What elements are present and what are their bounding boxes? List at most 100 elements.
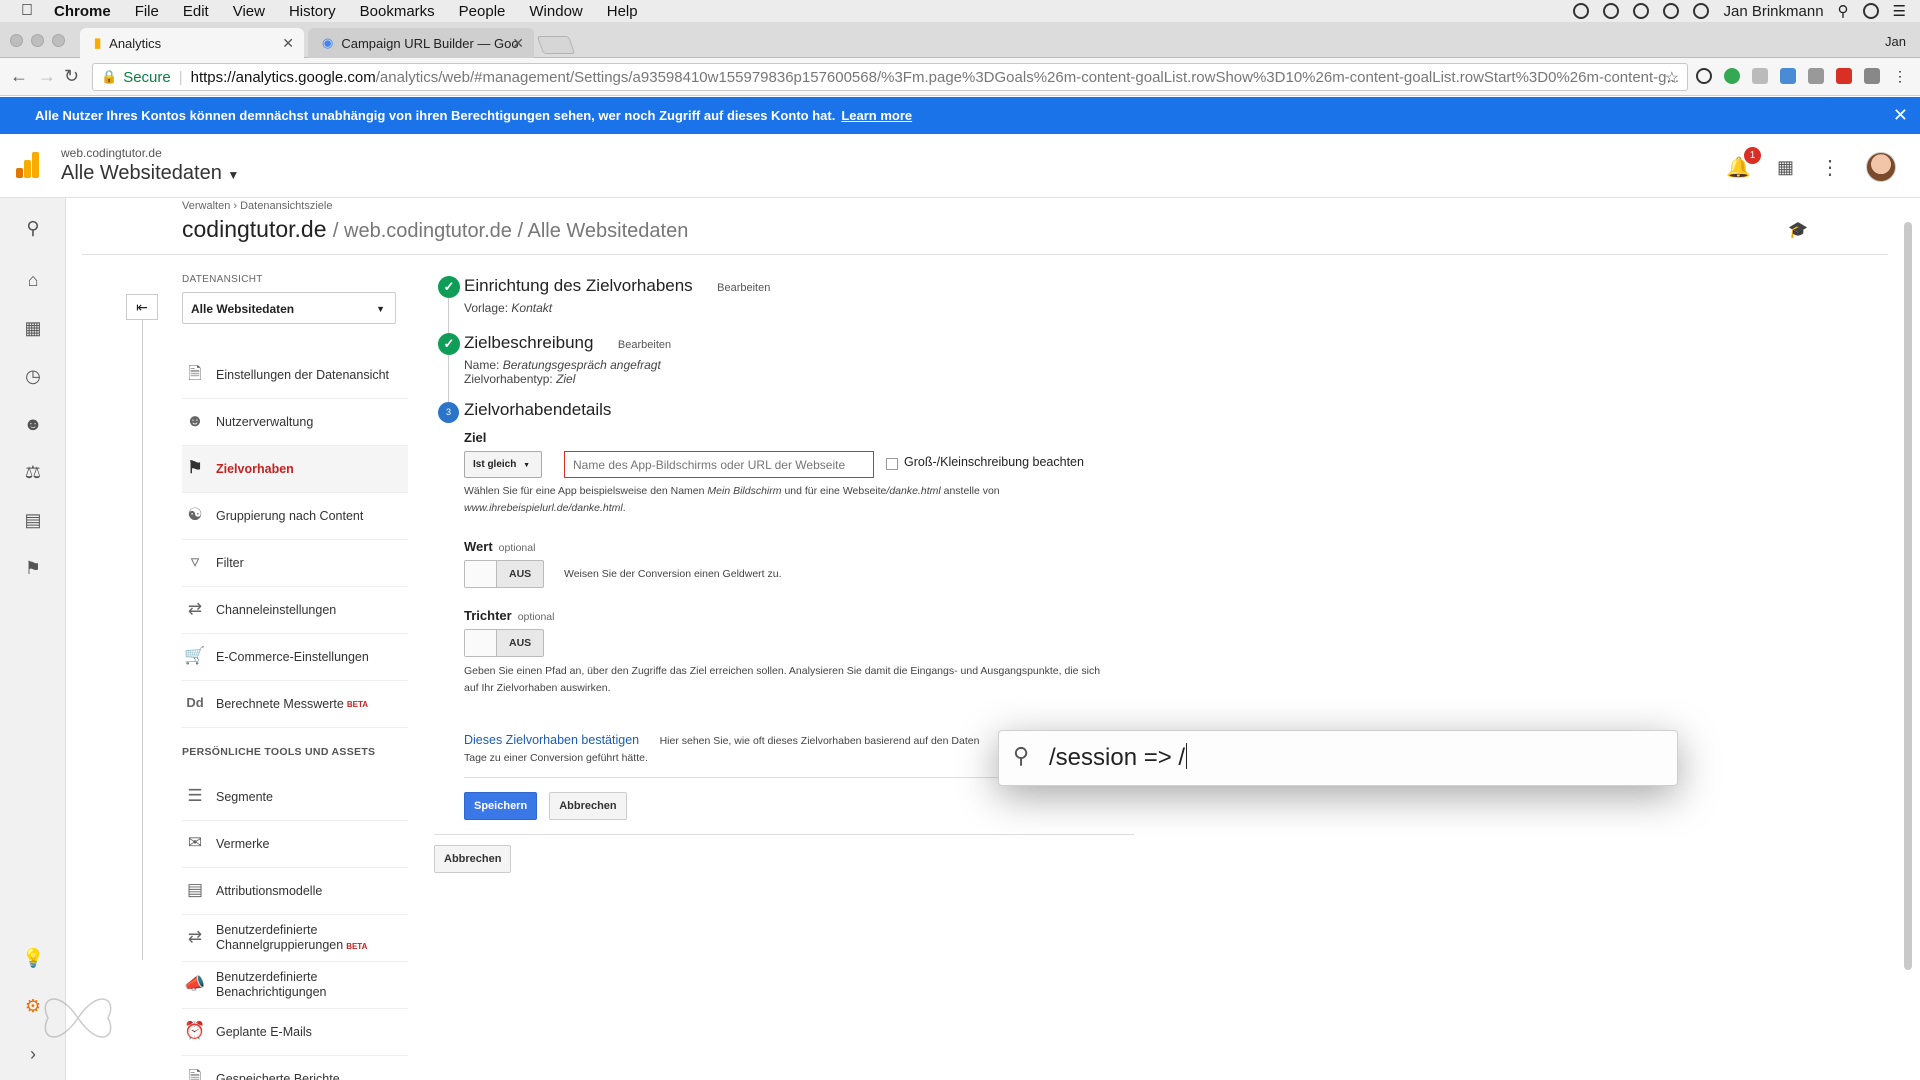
forward-arrow-icon[interactable]: → xyxy=(38,66,56,87)
search-overlay[interactable]: ⚲ /session => / xyxy=(998,730,1678,786)
breadcrumb-admin[interactable]: Verwalten xyxy=(182,200,230,212)
back-button[interactable]: ⇤ xyxy=(126,294,158,320)
extension-icon[interactable] xyxy=(1724,68,1740,84)
status-icon[interactable] xyxy=(1633,3,1650,19)
nav-item-calculated-metrics[interactable]: Dd Berechnete Messwerte BETA xyxy=(182,681,408,728)
cancel-button[interactable]: Abbrechen xyxy=(549,792,627,820)
nav-item-channel-settings[interactable]: ⇄ Channeleinstellungen xyxy=(182,587,408,634)
menu-history[interactable]: History xyxy=(289,3,336,20)
menu-people[interactable]: People xyxy=(459,3,506,20)
breadcrumb-goals[interactable]: Datenansichtsziele xyxy=(240,200,332,212)
reload-icon[interactable]: ↻ xyxy=(64,66,79,87)
search-icon[interactable]: ⚲ xyxy=(22,218,44,239)
help-text: und für eine Webseite xyxy=(784,485,887,497)
time-machine-icon[interactable] xyxy=(1693,3,1710,19)
secure-label: Secure xyxy=(123,68,171,86)
menu-chrome[interactable]: Chrome xyxy=(54,3,111,20)
customization-icon[interactable]: ▦ xyxy=(22,318,44,339)
lightbulb-icon[interactable]: 💡 xyxy=(22,948,44,969)
nav-item-filter[interactable]: ▿ Filter xyxy=(182,540,408,587)
view-selector[interactable]: Alle Websitedaten ▼ xyxy=(61,162,239,185)
siri-icon[interactable] xyxy=(1862,3,1879,19)
nav-item-ecommerce[interactable]: 🛒 E-Commerce-Einstellungen xyxy=(182,634,408,681)
destination-input[interactable] xyxy=(564,451,874,478)
extension-icon[interactable] xyxy=(1836,68,1852,84)
extension-icon[interactable] xyxy=(1808,68,1824,84)
view-select[interactable]: Alle Websitedaten ▼ xyxy=(182,292,396,324)
home-icon[interactable]: ⌂ xyxy=(22,270,44,291)
nav-item-label: Einstellungen der Datenansicht xyxy=(216,367,390,382)
notifications-bell-icon[interactable]: 🔔 1 xyxy=(1726,146,1761,180)
back-arrow-icon[interactable]: ← xyxy=(10,66,28,87)
extension-icon[interactable] xyxy=(1780,68,1796,84)
account-name[interactable]: web.codingtutor.de xyxy=(61,146,162,160)
tab-analytics[interactable]: ▮ Analytics ✕ xyxy=(80,28,304,58)
apps-grid-icon[interactable]: ▦ xyxy=(1777,157,1794,178)
nav-item-segments[interactable]: ☰ Segmente xyxy=(182,774,408,821)
nav-item-custom-alerts[interactable]: 📣 Benutzerdefinierte Benachrichtigungen xyxy=(182,962,408,1009)
bookmark-star-icon[interactable]: ☆ xyxy=(1665,68,1679,88)
analytics-logo-icon[interactable] xyxy=(16,152,40,178)
menu-edit[interactable]: Edit xyxy=(183,3,209,20)
close-window-icon[interactable] xyxy=(10,34,23,47)
match-type-select[interactable]: Ist gleich ▼ xyxy=(464,451,542,478)
menu-window[interactable]: Window xyxy=(529,3,582,20)
zoom-window-icon[interactable] xyxy=(52,34,65,47)
extension-icon[interactable] xyxy=(1752,68,1768,84)
behavior-icon[interactable]: ▤ xyxy=(22,510,44,531)
search-query[interactable]: /session => / xyxy=(1049,743,1188,772)
close-icon[interactable]: ✕ xyxy=(282,35,294,52)
more-vert-icon[interactable]: ⋮ xyxy=(1820,155,1840,180)
audience-person-icon[interactable]: ☻ xyxy=(22,414,44,435)
more-vert-icon[interactable]: ⋮ xyxy=(1892,68,1908,84)
realtime-clock-icon[interactable]: ◷ xyxy=(22,366,44,387)
extension-icon[interactable] xyxy=(1696,68,1712,84)
minimize-window-icon[interactable] xyxy=(31,34,44,47)
cancel-goal-button[interactable]: Abbrechen xyxy=(434,845,512,873)
menu-bookmarks[interactable]: Bookmarks xyxy=(360,3,435,20)
nav-item-label: E-Commerce-Einstellungen xyxy=(216,649,369,664)
notification-center-icon[interactable]: ☰ xyxy=(1893,2,1906,20)
nav-item-user-management[interactable]: ☻ Nutzerverwaltung xyxy=(182,399,408,446)
close-icon[interactable]: ✕ xyxy=(512,35,524,52)
close-icon[interactable]: ✕ xyxy=(1893,105,1908,126)
funnel-label: Trichter optional xyxy=(464,608,1254,623)
nav-item-attribution-models[interactable]: ▤ Attributionsmodelle xyxy=(182,868,408,915)
funnel-toggle[interactable]: AUS xyxy=(464,629,544,657)
menubar-user[interactable]: Jan Brinkmann xyxy=(1723,3,1823,20)
status-icon[interactable] xyxy=(1573,3,1590,19)
nav-item-label: Geplante E-Mails xyxy=(216,1024,312,1039)
value-toggle[interactable]: AUS xyxy=(464,560,544,588)
nav-item-label: Berechnete Messwerte xyxy=(216,696,344,711)
nav-item-annotations[interactable]: ✉ Vermerke xyxy=(182,821,408,868)
acquisition-icon[interactable]: ⚖ xyxy=(22,462,44,483)
puzzle-icon[interactable] xyxy=(1864,68,1880,84)
graduation-cap-icon[interactable]: 🎓 xyxy=(1788,220,1808,240)
new-tab-button[interactable] xyxy=(536,36,576,54)
page-scrollbar[interactable] xyxy=(1904,222,1912,970)
avatar[interactable] xyxy=(1866,152,1896,182)
apple-icon[interactable]:  xyxy=(0,2,54,20)
status-icon[interactable] xyxy=(1663,3,1680,19)
nav-item-content-grouping[interactable]: ☯ Gruppierung nach Content xyxy=(182,493,408,540)
nav-item-goals[interactable]: ⚑ Zielvorhaben xyxy=(182,446,408,493)
menu-help[interactable]: Help xyxy=(607,3,638,20)
nav-item-scheduled-emails[interactable]: ⏰ Geplante E-Mails xyxy=(182,1009,408,1056)
conversions-flag-icon[interactable]: ⚑ xyxy=(22,558,44,579)
edit-link[interactable]: Bearbeiten xyxy=(717,282,770,294)
spotlight-icon[interactable]: ⚲ xyxy=(1838,2,1849,20)
verify-goal-link[interactable]: Dieses Zielvorhaben bestätigen xyxy=(464,733,639,747)
edit-link[interactable]: Bearbeiten xyxy=(618,339,671,351)
nav-item-custom-channel-grouping[interactable]: ⇄ Benutzerdefinierte Channelgruppierungen… xyxy=(182,915,408,962)
menu-file[interactable]: File xyxy=(135,3,159,20)
save-button[interactable]: Speichern xyxy=(464,792,538,820)
nav-item-saved-reports[interactable]: 🗎 Gespeicherte Berichte xyxy=(182,1056,408,1080)
tab-campaign-url-builder[interactable]: ◉ Campaign URL Builder — Goo ✕ xyxy=(308,28,534,58)
nav-item-view-settings[interactable]: 🗎 Einstellungen der Datenansicht xyxy=(182,352,408,399)
profile-name[interactable]: Jan xyxy=(1885,34,1906,49)
case-sensitive-checkbox[interactable] xyxy=(886,458,898,470)
address-bar[interactable]: 🔒 Secure | https://analytics.google.com … xyxy=(92,63,1688,91)
learn-more-link[interactable]: Learn more xyxy=(841,108,912,123)
menu-view[interactable]: View xyxy=(233,3,265,20)
status-icon[interactable] xyxy=(1603,3,1620,19)
